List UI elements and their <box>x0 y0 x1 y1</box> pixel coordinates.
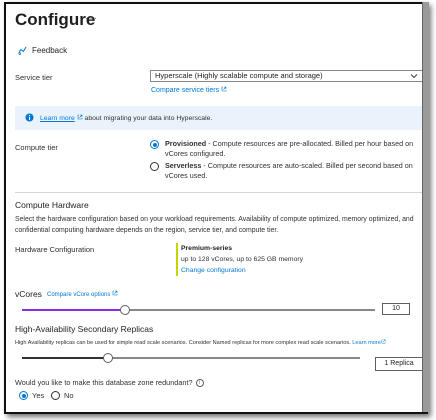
chevron-down-icon <box>410 74 418 79</box>
ha-replicas-slider-fill <box>22 357 107 359</box>
zone-redundancy-question: Would you like to make this database zon… <box>15 378 204 388</box>
zone-redundant-yes-option[interactable]: Yes <box>19 390 44 400</box>
info-icon[interactable]: i <box>195 379 204 388</box>
scrollbar[interactable] <box>422 2 429 412</box>
ha-replicas-desc-text: High Availability replicas can be used f… <box>15 340 351 346</box>
serverless-name: Serverless <box>165 161 202 170</box>
provisioned-desc-2: vCores configured. <box>165 149 226 158</box>
service-tier-dropdown[interactable]: Hyperscale (Highly scalable compute and … <box>150 70 423 82</box>
external-link-icon <box>221 86 227 92</box>
info-banner: Learn more about migrating your data int… <box>15 106 423 130</box>
external-link-icon <box>112 290 118 296</box>
feedback-button[interactable]: Feedback <box>18 46 67 55</box>
ha-replicas-slider[interactable] <box>22 353 360 363</box>
compute-hardware-desc-line2: confidential computing hardware depends … <box>15 227 279 234</box>
service-tier-selected: Hyperscale (Highly scalable compute and … <box>155 71 323 80</box>
zone-redundant-no-option[interactable]: No <box>51 390 74 400</box>
vcores-slider[interactable] <box>22 305 375 315</box>
zone-redundant-yes-label: Yes <box>32 390 45 400</box>
compute-hardware-heading: Compute Hardware <box>15 200 89 210</box>
vcores-slider-fill <box>22 309 125 311</box>
section-divider <box>15 192 423 193</box>
hardware-configuration-summary: Premium-series up to 128 vCores, up to 6… <box>176 243 303 276</box>
zone-redundant-yes-radio[interactable] <box>19 391 28 400</box>
compute-tier-serverless-option[interactable]: Serverless - Compute resources are auto-… <box>150 161 413 181</box>
feedback-label: Feedback <box>32 46 68 55</box>
hardware-tier-name: Premium-series <box>181 245 233 252</box>
external-link-icon <box>381 339 386 344</box>
compare-vcore-options-link[interactable]: Compare vCore options <box>47 290 118 298</box>
info-icon <box>25 113 34 122</box>
vcores-slider-thumb[interactable] <box>120 305 131 315</box>
vcores-label: vCores <box>15 289 42 299</box>
compare-service-tiers-link[interactable]: Compare service tiers <box>151 86 227 94</box>
zone-redundant-no-radio[interactable] <box>51 391 60 400</box>
ha-replicas-slider-thumb[interactable] <box>102 353 113 363</box>
compare-service-tiers-text: Compare service tiers <box>151 87 220 94</box>
hardware-configuration-label: Hardware Configuration <box>15 245 95 254</box>
provisioned-desc: - Compute resources are pre-allocated. B… <box>206 139 414 148</box>
serverless-text: Serverless - Compute resources are auto-… <box>165 161 413 181</box>
ha-replicas-heading: High-Availability Secondary Replicas <box>15 324 154 334</box>
ha-replicas-value-input[interactable]: 1 Replica <box>375 357 423 371</box>
info-banner-text: Learn more about migrating your data int… <box>40 114 212 122</box>
feedback-icon <box>18 46 27 55</box>
change-configuration-link[interactable]: Change configuration <box>181 265 303 276</box>
provisioned-radio[interactable] <box>150 140 159 149</box>
more-actions-button[interactable]: ··· <box>85 13 98 24</box>
external-link-icon <box>77 114 82 120</box>
compute-hardware-description: Select the hardware configuration based … <box>15 214 423 236</box>
compute-hardware-desc-line1: Select the hardware configuration based … <box>15 216 414 223</box>
compare-vcore-options-text: Compare vCore options <box>47 292 111 298</box>
service-tier-label: Service tier <box>15 73 53 82</box>
info-banner-message: about migrating your data into Hyperscal… <box>84 115 213 122</box>
compute-tier-provisioned-option[interactable]: Provisioned - Compute resources are pre-… <box>150 139 413 159</box>
provisioned-name: Provisioned <box>165 139 207 148</box>
ha-learn-more-text: Learn more <box>352 340 381 346</box>
serverless-desc-2: vCores used. <box>165 171 208 180</box>
ha-replicas-description: High Availability replicas can be used f… <box>15 339 386 346</box>
vcores-value-input[interactable]: 10 <box>382 303 410 315</box>
compute-tier-label: Compute tier <box>15 143 58 152</box>
serverless-desc: - Compute resources are auto-scaled. Bil… <box>201 161 413 170</box>
configure-panel: Configure ··· Feedback Service tier Hype… <box>4 2 428 414</box>
hardware-tier-detail: up to 128 vCores, up to 625 GB memory <box>181 256 304 263</box>
provisioned-text: Provisioned - Compute resources are pre-… <box>165 139 413 159</box>
zone-redundancy-question-text: Would you like to make this database zon… <box>15 378 193 387</box>
serverless-radio[interactable] <box>150 162 159 171</box>
zone-redundant-no-label: No <box>64 390 74 400</box>
learn-more-migration-link[interactable]: Learn more <box>40 115 75 122</box>
page-title: Configure <box>15 10 96 29</box>
ha-learn-more-link[interactable]: Learn more <box>352 339 386 346</box>
